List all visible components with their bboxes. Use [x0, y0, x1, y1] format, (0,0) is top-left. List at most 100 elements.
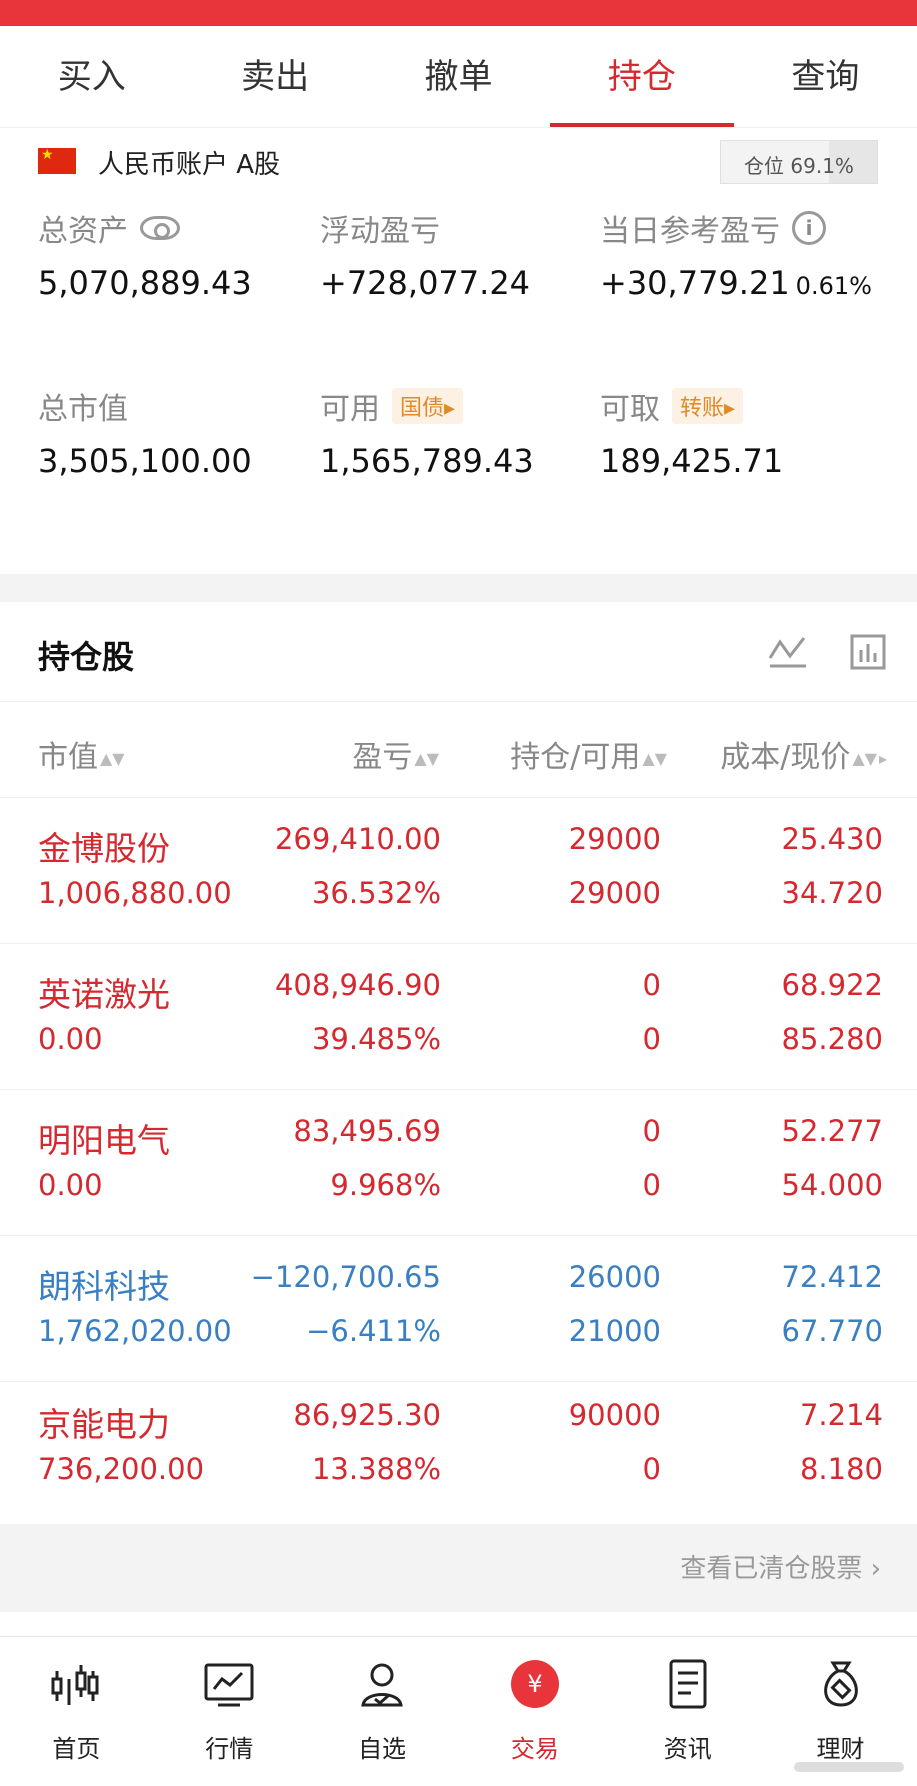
info-icon[interactable]: i [792, 211, 826, 245]
hold-cell: 0 [642, 968, 661, 1002]
sort-icon: ▲▼ [100, 749, 125, 768]
avail-cell: 0 [642, 1452, 661, 1486]
cost-cell: 68.922 [781, 968, 883, 1002]
hold-cell: 0 [642, 1114, 661, 1148]
price-cell: 54.000 [781, 1168, 883, 1202]
candlestick-icon [51, 1665, 99, 1705]
trade-tabs: 买入 卖出 撤单 持仓 查询 [0, 26, 917, 128]
sort-icon: ▲▼ [414, 749, 439, 768]
document-icon [669, 1659, 707, 1709]
holding-row[interactable]: 朗科科技 1,762,020.00 −120,700.65 −6.411% 26… [0, 1236, 917, 1382]
cost-cell: 7.214 [799, 1398, 883, 1432]
person-check-icon [361, 1663, 403, 1707]
floating-pl: 浮动盈亏 +728,077.24 [320, 206, 530, 302]
nav-trade[interactable]: ¥ 交易 [458, 1637, 611, 1786]
position-ratio-bar: 仓位 69.1% [720, 140, 878, 184]
total-assets-label: 总资产 [38, 214, 128, 249]
avail-cell: 29000 [568, 876, 661, 910]
status-strip [0, 0, 917, 26]
nav-home[interactable]: 首页 [0, 1637, 153, 1786]
tab-sell[interactable]: 卖出 [183, 26, 366, 127]
yuan-coin-icon: ¥ [510, 1660, 559, 1708]
pl-cell: 86,925.30 [293, 1398, 441, 1432]
holding-row[interactable]: 京能电力 736,200.00 86,925.30 13.388% 90000 … [0, 1382, 917, 1528]
col-pl-label: 盈亏 [352, 740, 413, 775]
market-value-cell: 1,762,020.00 [38, 1314, 232, 1348]
pl-cell: 269,410.00 [274, 822, 441, 856]
nav-home-label: 首页 [52, 1735, 101, 1763]
nav-news[interactable]: 资讯 [611, 1637, 764, 1786]
sort-icon: ▲▼ [852, 749, 877, 768]
tab-buy[interactable]: 买入 [0, 26, 183, 127]
cost-cell: 72.412 [781, 1260, 883, 1294]
col-market-value-label: 市值 [38, 740, 98, 775]
china-flag-icon: ★ [38, 147, 76, 174]
daily-pl-value: +30,779.21 [600, 264, 790, 302]
pl-pct-cell: 9.968% [330, 1168, 441, 1202]
transfer-button[interactable]: 转账▸ [672, 388, 744, 424]
line-chart-icon[interactable] [768, 634, 808, 670]
col-cost-label: 成本/现价 [720, 740, 851, 775]
treasury-bond-button[interactable]: 国债▸ [392, 388, 464, 424]
hold-cell: 29000 [568, 822, 661, 856]
tab-holdings[interactable]: 持仓 [550, 26, 735, 127]
holdings-header: 持仓股 [0, 602, 917, 702]
floating-pl-value: +728,077.24 [320, 264, 531, 302]
chevron-right-icon: ▸ [878, 749, 887, 768]
cost-cell: 52.277 [781, 1114, 883, 1148]
pl-cell: −120,700.65 [250, 1260, 441, 1294]
price-cell: 8.180 [799, 1452, 883, 1486]
holding-row[interactable]: 明阳电气 0.00 83,495.69 9.968% 0 0 52.277 54… [0, 1090, 917, 1236]
tab-query[interactable]: 查询 [734, 26, 917, 127]
money-bag-icon [823, 1661, 858, 1707]
cost-cell: 25.430 [781, 822, 883, 856]
withdrawable-label: 可取 [600, 392, 660, 427]
nav-market-label: 行情 [205, 1735, 254, 1763]
pl-pct-cell: 36.532% [311, 876, 441, 910]
hold-cell: 26000 [568, 1260, 661, 1294]
eye-icon[interactable] [140, 216, 180, 240]
cleared-stocks-band: 查看已清仓股票 › [0, 1524, 917, 1612]
chart-monitor-icon [204, 1663, 254, 1707]
col-pl[interactable]: 盈亏 ▲▼ [352, 732, 439, 776]
account-row[interactable]: ★ 人民币账户 A股 仓位 69.1% [0, 128, 917, 194]
price-cell: 34.720 [781, 876, 883, 910]
transfer-label: 转账 [680, 396, 725, 421]
nav-watchlist-label: 自选 [358, 1735, 407, 1763]
hold-cell: 90000 [568, 1398, 661, 1432]
col-cost[interactable]: 成本/现价 ▲▼ ▸ [720, 732, 887, 776]
treasury-bond-label: 国债 [400, 396, 445, 421]
withdrawable-value: 189,425.71 [600, 442, 784, 480]
pl-pct-cell: 39.485% [311, 1022, 441, 1056]
daily-pl-label: 当日参考盈亏 [600, 214, 780, 249]
nav-wealth-label: 理财 [816, 1735, 865, 1763]
holding-row[interactable]: 金博股份 1,006,880.00 269,410.00 36.532% 290… [0, 798, 917, 944]
total-assets: 总资产 5,070,889.43 [38, 206, 252, 302]
market-value-value: 3,505,100.00 [38, 442, 252, 480]
price-cell: 85.280 [781, 1022, 883, 1056]
avail-cell: 21000 [568, 1314, 661, 1348]
view-cleared-link[interactable]: 查看已清仓股票 › [680, 1548, 881, 1585]
bar-chart-icon[interactable] [850, 634, 886, 670]
holding-row[interactable]: 英诺激光 0.00 408,946.90 39.485% 0 0 68.922 … [0, 944, 917, 1090]
nav-market[interactable]: 行情 [153, 1637, 306, 1786]
daily-pl-pct: 0.61% [795, 272, 872, 300]
stock-name: 金博股份 [38, 829, 170, 868]
nav-news-label: 资讯 [663, 1735, 712, 1763]
tab-cancel[interactable]: 撤单 [367, 26, 550, 127]
pl-pct-cell: −6.411% [306, 1314, 441, 1348]
pl-cell: 83,495.69 [293, 1114, 441, 1148]
avail-cell: 0 [642, 1168, 661, 1202]
available-value: 1,565,789.43 [320, 442, 534, 480]
nav-watchlist[interactable]: 自选 [306, 1637, 459, 1786]
asset-summary: 总资产 5,070,889.43 浮动盈亏 +728,077.24 当日参考盈亏… [0, 194, 917, 574]
price-cell: 67.770 [781, 1314, 883, 1348]
col-market-value[interactable]: 市值 ▲▼ [38, 732, 125, 776]
available: 可用 国债▸ 1,565,789.43 [320, 384, 534, 480]
daily-pl: 当日参考盈亏 i +30,779.21 0.61% [600, 206, 872, 302]
stock-name: 朗科科技 [38, 1267, 170, 1306]
svg-text:¥: ¥ [527, 1670, 542, 1698]
holdings-title: 持仓股 [38, 638, 135, 676]
account-name: 人民币账户 A股 [98, 150, 281, 180]
col-position[interactable]: 持仓/可用 ▲▼ [510, 732, 667, 776]
